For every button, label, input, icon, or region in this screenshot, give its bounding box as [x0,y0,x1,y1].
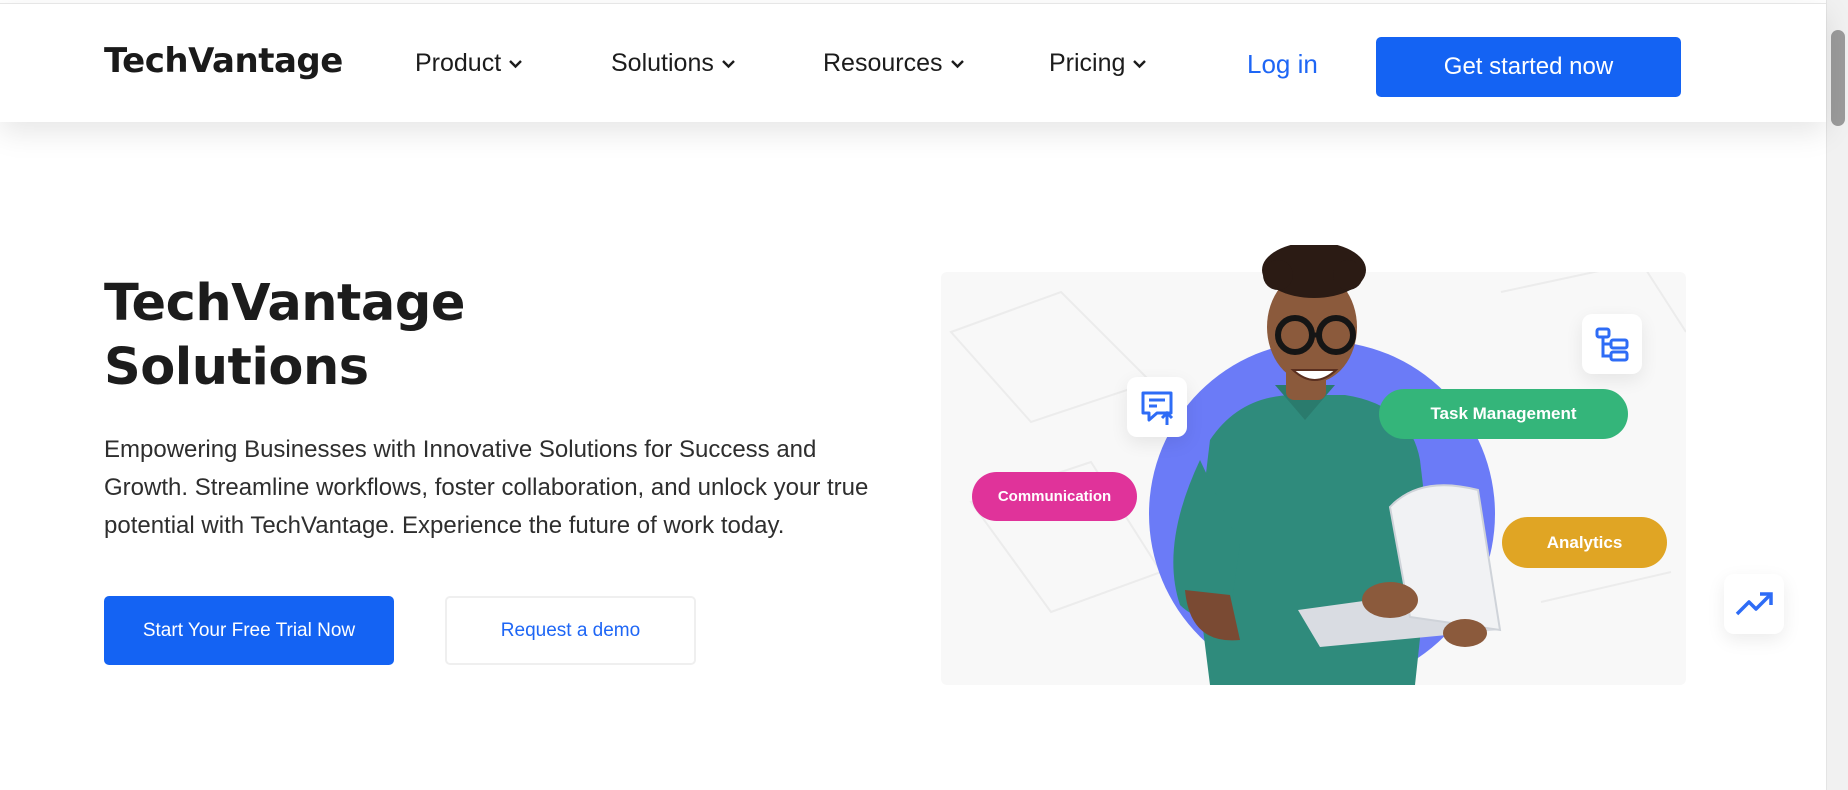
communication-tag: Communication [972,472,1137,521]
nav-resources-label: Resources [823,49,943,77]
task-management-tag: Task Management [1379,389,1628,439]
nav-product[interactable]: Product [415,49,523,78]
person-with-laptop-image [1149,245,1502,685]
hierarchy-icon [1595,327,1629,362]
trending-up-icon [1735,592,1773,616]
message-tile [1127,377,1187,437]
scrollbar-thumb[interactable] [1831,30,1845,126]
hero-description: Empowering Businesses with Innovative So… [104,436,869,539]
top-navbar: TechVantage Product Solutions Resources … [0,3,1826,122]
login-link[interactable]: Log in [1247,49,1318,80]
get-started-button[interactable]: Get started now [1376,37,1681,97]
hero-title-line1: TechVantage [104,274,465,333]
chevron-down-icon [722,60,735,69]
chevron-down-icon [950,60,964,69]
landing-page: TechVantage Product Solutions Resources … [0,0,1826,790]
analytics-tag: Analytics [1502,517,1667,568]
nav-pricing[interactable]: Pricing [1049,49,1147,78]
nav-solutions[interactable]: Solutions [611,49,736,78]
trending-tile [1724,574,1784,634]
chevron-down-icon [509,60,523,69]
vertical-scrollbar[interactable] [1826,0,1848,790]
nav-resources[interactable]: Resources [823,49,965,78]
nav-solutions-label: Solutions [611,49,714,77]
brand-logo[interactable]: TechVantage [104,41,343,81]
hierarchy-tile [1582,314,1642,374]
message-upload-icon [1141,391,1174,425]
chevron-down-icon [1133,60,1147,69]
nav-product-label: Product [415,49,502,77]
hero-title: TechVantage Solutions [104,272,465,400]
request-demo-button[interactable]: Request a demo [445,596,696,665]
start-free-trial-button[interactable]: Start Your Free Trial Now [104,596,394,665]
nav-pricing-label: Pricing [1049,49,1126,77]
hero-title-line2: Solutions [104,338,369,397]
